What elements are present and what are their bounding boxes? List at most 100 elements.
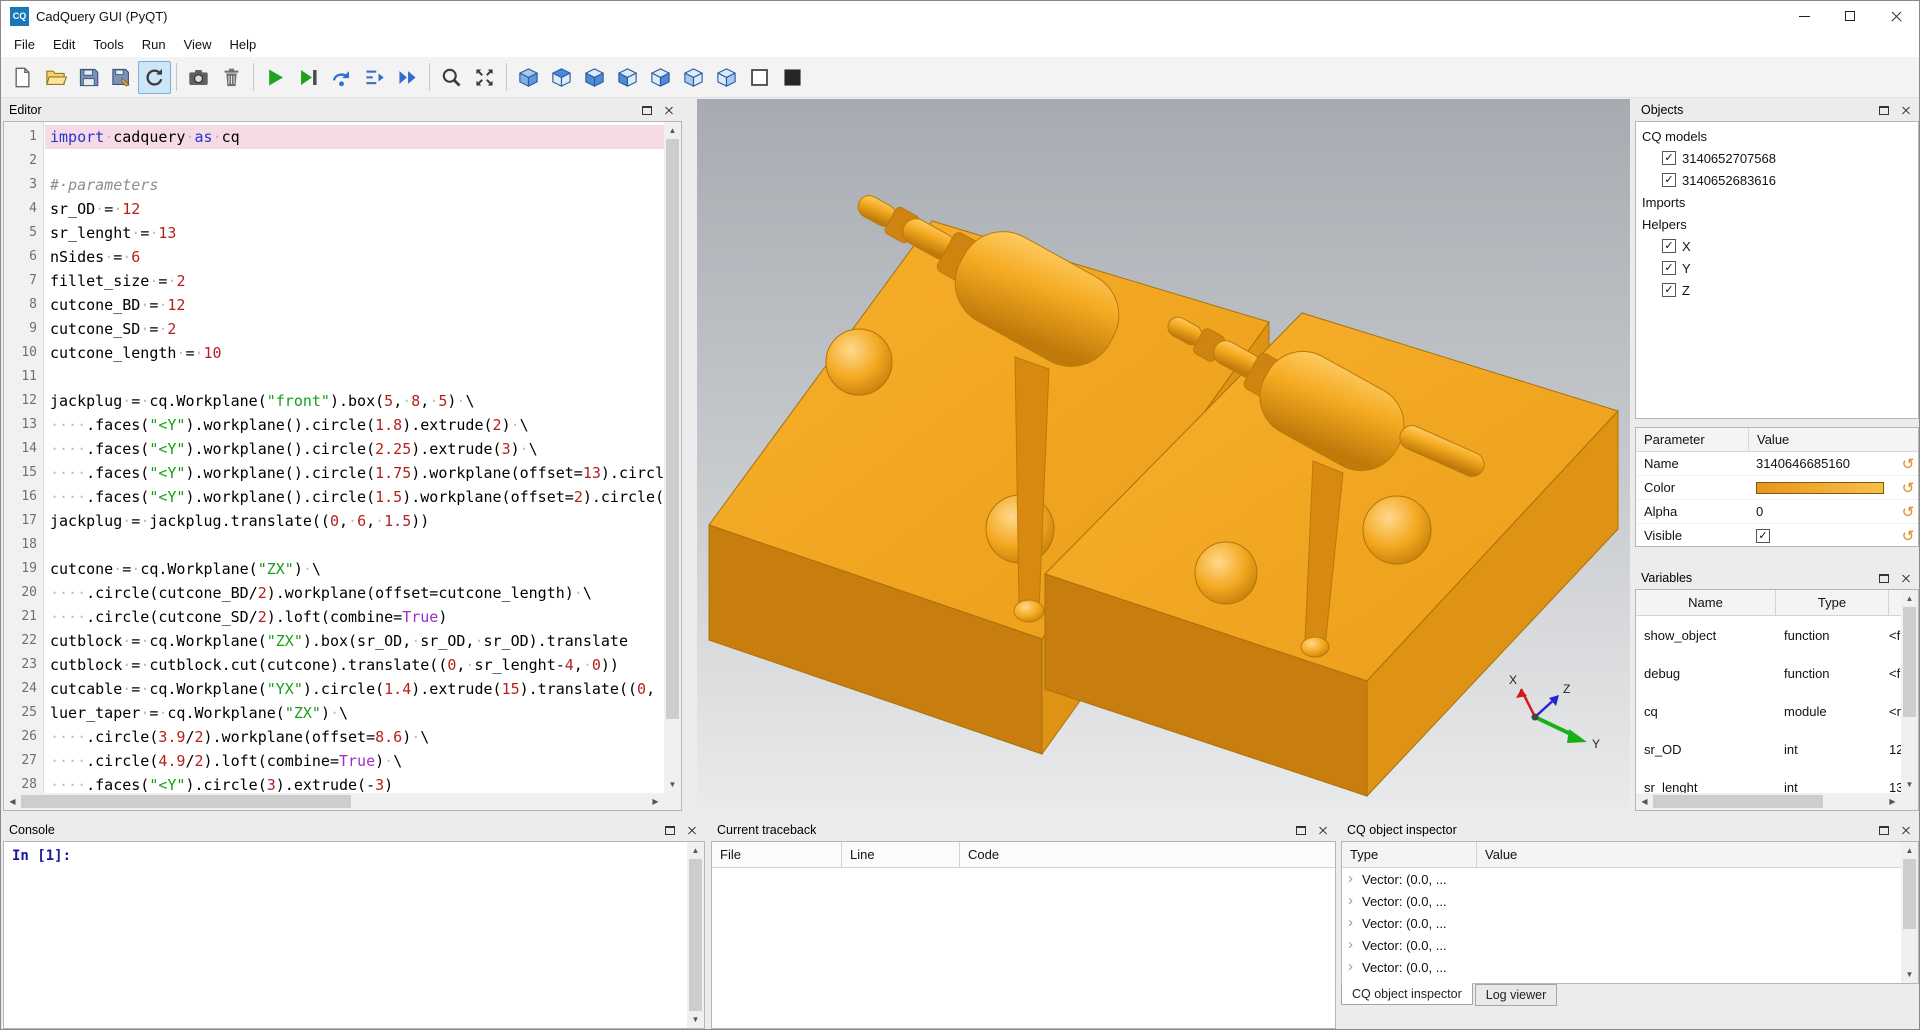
console-vertical-scrollbar[interactable]: ▲ ▼ xyxy=(687,842,704,1028)
inspector-row[interactable]: ›Vector: (0.0, ... xyxy=(1342,912,1918,934)
inspector-row[interactable]: ›Vector: (0.0, ... xyxy=(1342,868,1918,890)
scroll-left-icon[interactable]: ◀ xyxy=(1636,793,1653,810)
scroll-up-icon[interactable]: ▲ xyxy=(1901,590,1918,607)
open-file-button[interactable] xyxy=(39,61,72,94)
scroll-down-icon[interactable]: ▼ xyxy=(1901,776,1918,793)
tree-item[interactable]: ✓Z xyxy=(1636,279,1918,301)
variable-row[interactable]: show_objectfunction<f xyxy=(1636,616,1918,654)
close-button[interactable] xyxy=(1899,103,1913,117)
save-as-button[interactable] xyxy=(105,61,138,94)
editor-vertical-scrollbar[interactable]: ▲ ▼ xyxy=(664,122,681,793)
float-button[interactable] xyxy=(640,103,654,117)
scroll-thumb[interactable] xyxy=(666,139,679,719)
float-button[interactable] xyxy=(663,823,677,837)
view-front-button[interactable] xyxy=(611,61,644,94)
step-into-button[interactable] xyxy=(358,61,391,94)
float-button[interactable] xyxy=(1877,571,1891,585)
tree-item[interactable]: ✓Y xyxy=(1636,257,1918,279)
code-line[interactable] xyxy=(45,149,664,173)
menu-view[interactable]: View xyxy=(175,31,221,57)
tree-item[interactable]: ✓3140652707568 xyxy=(1636,147,1918,169)
checkbox-icon[interactable]: ✓ xyxy=(1662,261,1676,275)
column-header[interactable]: Value xyxy=(1477,842,1918,867)
column-header[interactable]: Name xyxy=(1636,590,1776,615)
column-header[interactable]: Type xyxy=(1776,590,1889,615)
checkbox-icon[interactable]: ✓ xyxy=(1662,283,1676,297)
continue-button[interactable] xyxy=(391,61,424,94)
variables-horizontal-scrollbar[interactable]: ◀ ▶ xyxy=(1636,793,1901,810)
code-line[interactable]: ····.circle(cutcone_BD/2).workplane(offs… xyxy=(45,581,664,605)
reset-icon[interactable]: ↺ xyxy=(1898,455,1918,473)
view-right-button[interactable] xyxy=(710,61,743,94)
scroll-left-icon[interactable]: ◀ xyxy=(4,793,21,810)
close-button[interactable] xyxy=(1899,571,1913,585)
column-header[interactable]: Value xyxy=(1748,428,1918,451)
tab-cq-object-inspector[interactable]: CQ object inspector xyxy=(1341,983,1473,1005)
code-line[interactable]: cutblock·=·cutblock.cut(cutcone).transla… xyxy=(45,653,664,677)
code-line[interactable]: ····.faces("<Y").workplane().circle(1.5)… xyxy=(45,485,664,509)
code-line[interactable]: import·cadquery·as·cq xyxy=(45,125,664,149)
debug-button[interactable] xyxy=(292,61,325,94)
column-header[interactable]: Parameter xyxy=(1636,432,1748,447)
shaded-button[interactable] xyxy=(776,61,809,94)
wireframe-button[interactable] xyxy=(743,61,776,94)
scroll-right-icon[interactable]: ▶ xyxy=(647,793,664,810)
code-line[interactable]: nSides·=·6 xyxy=(45,245,664,269)
code-line[interactable]: ····.faces("<Y").workplane().circle(2.25… xyxy=(45,437,664,461)
maximize-button[interactable] xyxy=(1827,1,1873,31)
scroll-up-icon[interactable]: ▲ xyxy=(664,122,681,139)
scroll-down-icon[interactable]: ▼ xyxy=(664,776,681,793)
fit-all-button[interactable] xyxy=(468,61,501,94)
code-line[interactable]: cutcone_SD·=·2 xyxy=(45,317,664,341)
code-line[interactable]: fillet_size·=·2 xyxy=(45,269,664,293)
autoreload-button[interactable] xyxy=(138,61,171,94)
expand-chevron-icon[interactable]: › xyxy=(1348,957,1362,977)
expand-chevron-icon[interactable]: › xyxy=(1348,913,1362,933)
code-line[interactable] xyxy=(45,533,664,557)
scroll-up-icon[interactable]: ▲ xyxy=(687,842,704,859)
expand-chevron-icon[interactable]: › xyxy=(1348,891,1362,911)
expand-chevron-icon[interactable]: › xyxy=(1348,935,1362,955)
code-line[interactable]: ····.faces("<Y").workplane().circle(1.8)… xyxy=(45,413,664,437)
param-value[interactable]: 0 xyxy=(1756,504,1763,519)
code-line[interactable]: cutblock·=·cq.Workplane("ZX").box(sr_OD,… xyxy=(45,629,664,653)
code-editor[interactable]: 1234567891011121314151617181920212223242… xyxy=(3,121,682,811)
zoom-fit-button[interactable] xyxy=(435,61,468,94)
inspector-row[interactable]: ›Vector: (0.0, ... xyxy=(1342,890,1918,912)
view-back-button[interactable] xyxy=(644,61,677,94)
tree-item[interactable]: ✓X xyxy=(1636,235,1918,257)
screenshot-button[interactable] xyxy=(182,61,215,94)
float-button[interactable] xyxy=(1877,823,1891,837)
scroll-down-icon[interactable]: ▼ xyxy=(687,1011,704,1028)
scroll-thumb[interactable] xyxy=(1903,859,1916,929)
scroll-right-icon[interactable]: ▶ xyxy=(1884,793,1901,810)
checkbox-icon[interactable]: ✓ xyxy=(1662,151,1676,165)
variable-row[interactable]: sr_ODint12 xyxy=(1636,730,1918,768)
inspector-row[interactable]: ›Vector: (0.0, ... xyxy=(1342,956,1918,978)
code-line[interactable]: luer_taper·=·cq.Workplane("ZX")·\ xyxy=(45,701,664,725)
new-file-button[interactable] xyxy=(6,61,39,94)
menu-run[interactable]: Run xyxy=(133,31,175,57)
param-value[interactable]: 3140646685160 xyxy=(1756,456,1850,471)
close-button[interactable] xyxy=(662,103,676,117)
view-iso-button[interactable] xyxy=(512,61,545,94)
code-line[interactable]: sr_lenght·=·13 xyxy=(45,221,664,245)
tree-item-imports[interactable]: Imports xyxy=(1636,191,1918,213)
code-line[interactable]: ····.circle(cutcone_SD/2).loft(combine=T… xyxy=(45,605,664,629)
minimize-button[interactable] xyxy=(1781,1,1827,31)
view-bottom-button[interactable] xyxy=(578,61,611,94)
close-button[interactable] xyxy=(1316,823,1330,837)
scroll-thumb[interactable] xyxy=(1903,607,1916,717)
code-line[interactable]: sr_OD·=·12 xyxy=(45,197,664,221)
tab-log-viewer[interactable]: Log viewer xyxy=(1475,984,1557,1006)
inspector-vertical-scrollbar[interactable]: ▲ ▼ xyxy=(1901,842,1918,983)
close-button[interactable] xyxy=(685,823,699,837)
column-header[interactable]: Code xyxy=(960,842,1335,867)
variables-vertical-scrollbar[interactable]: ▲ ▼ xyxy=(1901,590,1918,793)
code-line[interactable]: ····.circle(3.9/2).workplane(offset=8.6)… xyxy=(45,725,664,749)
variable-row[interactable]: cqmodule<m xyxy=(1636,692,1918,730)
view-top-button[interactable] xyxy=(545,61,578,94)
scroll-thumb[interactable] xyxy=(1653,795,1823,808)
viewport-3d[interactable]: X Z Y xyxy=(697,99,1630,809)
code-line[interactable]: cutcable·=·cq.Workplane("YX").circle(1.4… xyxy=(45,677,664,701)
